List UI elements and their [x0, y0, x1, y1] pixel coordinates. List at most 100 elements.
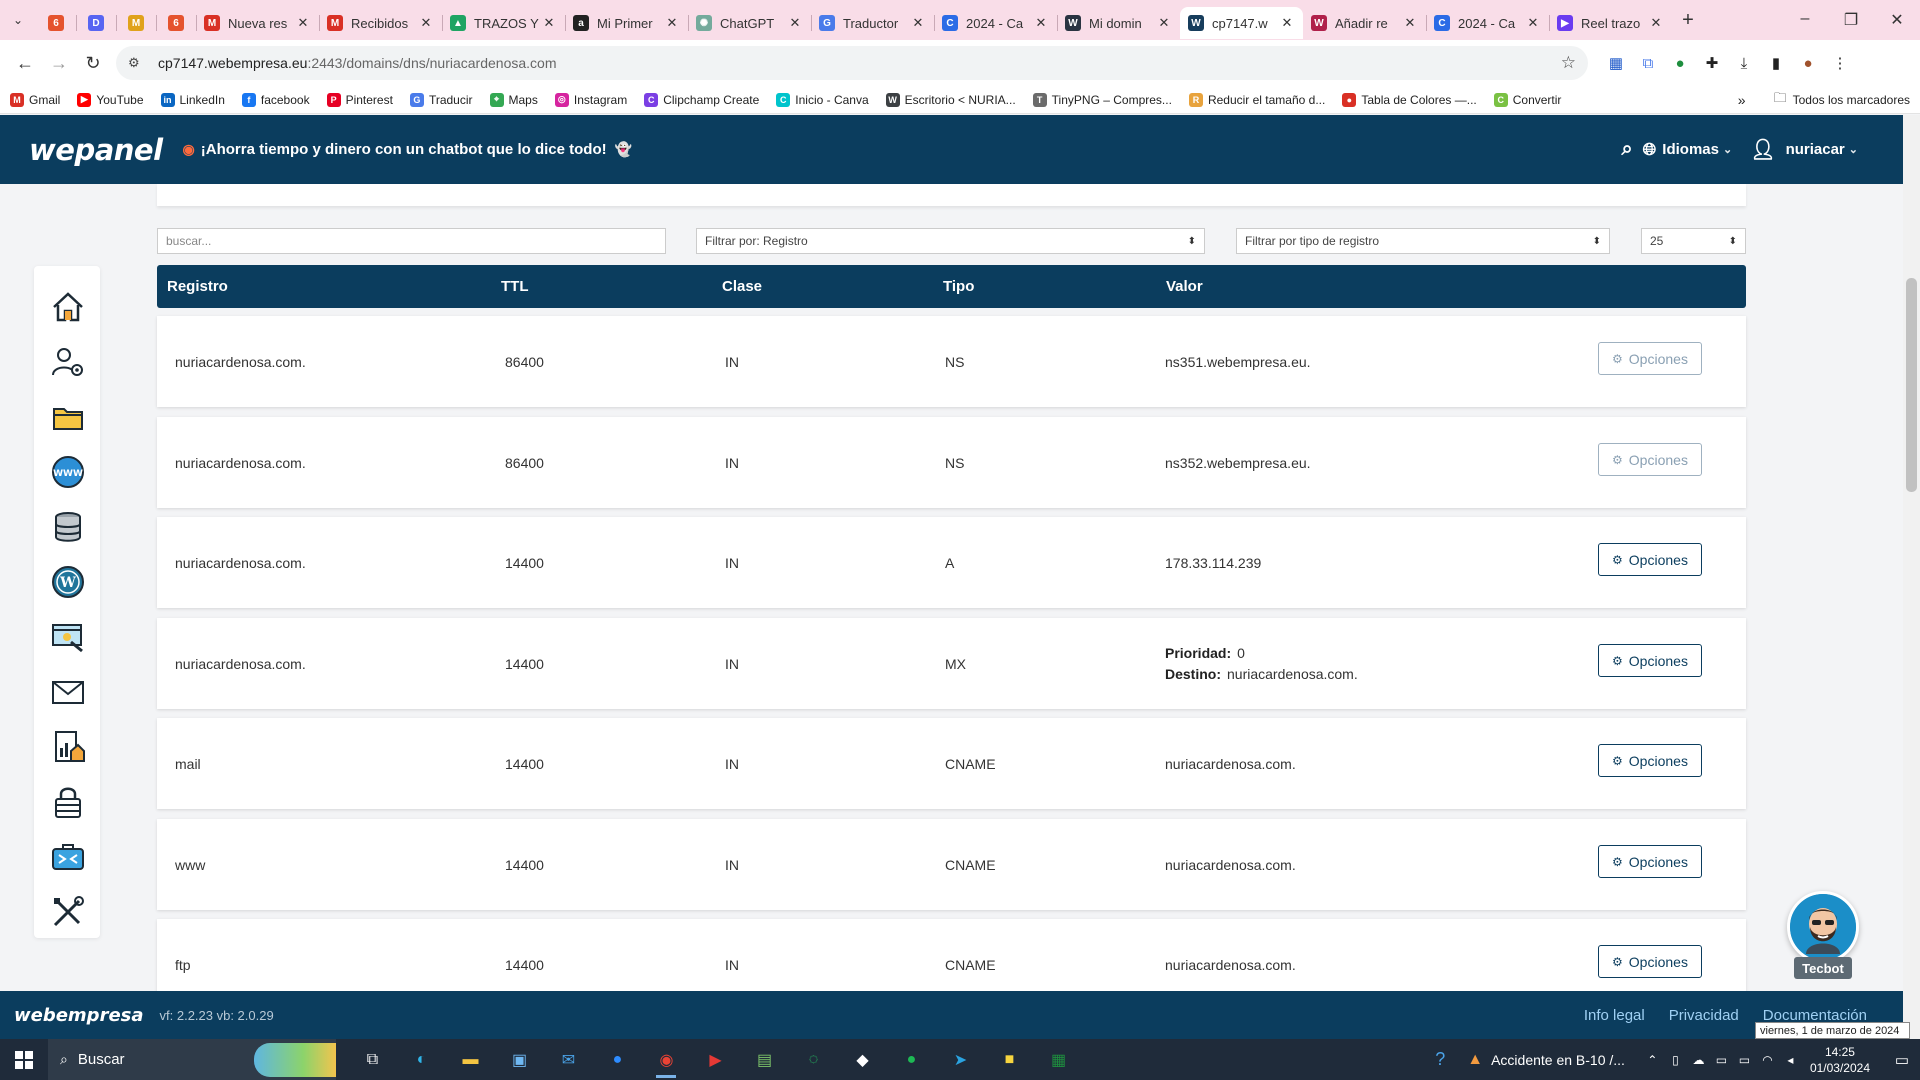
bookmark-item[interactable]: M Gmail: [10, 92, 60, 107]
new-tab-button[interactable]: +: [1672, 9, 1704, 32]
folder-icon[interactable]: [51, 400, 85, 434]
promo-banner[interactable]: ◉ ¡Ahorra tiempo y dinero con un chatbot…: [183, 141, 633, 158]
restore-icon[interactable]: ❐: [1828, 10, 1874, 30]
browser-tab[interactable]: 6: [156, 7, 196, 39]
close-tab-icon[interactable]: ✕: [1525, 15, 1541, 31]
taskbar-clock[interactable]: 14:25 01/03/2024: [1810, 1044, 1870, 1076]
task-view-icon[interactable]: ⧉: [348, 1039, 397, 1080]
file-explorer-icon[interactable]: ▬: [446, 1039, 495, 1080]
on-extension-icon[interactable]: ●: [1664, 47, 1696, 79]
chrome-icon[interactable]: ◉: [642, 1039, 691, 1080]
edge-icon[interactable]: ◐: [397, 1039, 446, 1080]
user-menu[interactable]: nuriacar: [1786, 141, 1845, 158]
languages-menu[interactable]: Idiomas: [1662, 141, 1719, 158]
options-button[interactable]: ⚙ Opciones: [1598, 644, 1702, 677]
bookmark-item[interactable]: ◎ Instagram: [554, 92, 627, 107]
column-header-tipo[interactable]: Tipo: [943, 278, 974, 295]
all-bookmarks-link[interactable]: Todos los marcadores: [1793, 93, 1910, 107]
inkscape-icon[interactable]: ◆: [838, 1039, 887, 1080]
close-tab-icon[interactable]: ✕: [541, 15, 557, 31]
more-bookmarks-icon[interactable]: »: [1738, 92, 1746, 108]
reload-icon[interactable]: ↻: [76, 46, 110, 80]
close-tab-icon[interactable]: ✕: [418, 15, 434, 31]
bookmark-item[interactable]: R Reducir el tamaño d...: [1188, 92, 1325, 107]
webempresa-logo[interactable]: webempresa: [14, 1005, 144, 1026]
notifications-icon[interactable]: ▭: [1884, 1051, 1920, 1069]
page-size-select[interactable]: 25 ⬍: [1641, 228, 1746, 254]
filter-record-select[interactable]: Filtrar por: Registro ⬍: [696, 228, 1205, 254]
forward-icon[interactable]: →: [42, 46, 76, 80]
documentation-link[interactable]: Documentación: [1763, 1007, 1867, 1024]
browser-tab[interactable]: W Añadir re ✕: [1303, 7, 1426, 39]
notepad-icon[interactable]: ▤: [740, 1039, 789, 1080]
options-button[interactable]: ⚙ Opciones: [1598, 845, 1702, 878]
network-icon[interactable]: ▭: [1733, 1053, 1756, 1067]
chevron-down-icon[interactable]: ⌄: [1849, 143, 1858, 156]
close-tab-icon[interactable]: ✕: [1156, 15, 1172, 31]
cloud-icon[interactable]: ☁: [1687, 1053, 1710, 1067]
spotify-icon[interactable]: ●: [887, 1039, 936, 1080]
column-header-clase[interactable]: Clase: [722, 278, 762, 295]
close-tab-icon[interactable]: ✕: [787, 15, 803, 31]
grid-extension-icon[interactable]: ▦: [1600, 47, 1632, 79]
back-icon[interactable]: ←: [8, 46, 42, 80]
close-tab-icon[interactable]: ✕: [664, 15, 680, 31]
tab-search-icon[interactable]: ⌄: [0, 0, 36, 40]
options-button[interactable]: ⚙ Opciones: [1598, 945, 1702, 978]
security-lock-icon[interactable]: [51, 785, 85, 819]
www-domains-icon[interactable]: WWW: [51, 455, 85, 489]
browser-tab[interactable]: C 2024 - Ca ✕: [934, 7, 1057, 39]
bookmark-item[interactable]: C Clipchamp Create: [644, 92, 759, 107]
browser-tab[interactable]: M: [116, 7, 156, 39]
bookmark-item[interactable]: ⌖ Maps: [489, 92, 538, 107]
side-panel-icon[interactable]: ▮: [1760, 47, 1792, 79]
video-player-icon[interactable]: ▶: [691, 1039, 740, 1080]
sticky-notes-icon[interactable]: ■: [985, 1039, 1034, 1080]
bookmark-item[interactable]: ▶ YouTube: [77, 92, 144, 107]
bookmark-item[interactable]: ● Tabla de Colores —...: [1342, 92, 1477, 107]
close-tab-icon[interactable]: ✕: [910, 15, 926, 31]
privacy-link[interactable]: Privacidad: [1669, 1007, 1739, 1024]
close-tab-icon[interactable]: ✕: [1279, 15, 1295, 31]
taskbar-search[interactable]: ⌕ Buscar: [48, 1039, 336, 1080]
browser-tab[interactable]: M Recibidos ✕: [319, 7, 442, 39]
bookmark-item[interactable]: G Traducir: [409, 92, 473, 107]
browser-tab[interactable]: a Mi Primer ✕: [565, 7, 688, 39]
statistics-icon[interactable]: [51, 730, 85, 764]
tools-icon[interactable]: [51, 895, 85, 929]
options-button[interactable]: ⚙ Opciones: [1598, 543, 1702, 576]
column-header-valor[interactable]: Valor: [1166, 278, 1203, 295]
close-tab-icon[interactable]: ✕: [1033, 15, 1049, 31]
bookmark-item[interactable]: C Inicio - Canva: [776, 92, 869, 107]
browser-tab[interactable]: W Mi domin ✕: [1057, 7, 1180, 39]
bookmark-item[interactable]: C Convertir: [1493, 92, 1561, 107]
wepanel-logo[interactable]: wepanel: [29, 133, 163, 167]
bookmark-item[interactable]: W Escritorio < NURIA...: [885, 92, 1016, 107]
whatsapp-icon[interactable]: ◌: [789, 1039, 838, 1080]
options-button[interactable]: ⚙ Opciones: [1598, 342, 1702, 375]
close-tab-icon[interactable]: ✕: [1402, 15, 1418, 31]
puzzle-extensions-icon[interactable]: ✚: [1696, 47, 1728, 79]
browser-tab[interactable]: Wcp7147.w ✕: [1180, 7, 1303, 39]
browser-menu-icon[interactable]: ⋮: [1824, 47, 1856, 79]
options-button[interactable]: ⚙ Opciones: [1598, 744, 1702, 777]
site-info-icon[interactable]: ⚙: [128, 55, 148, 71]
translate-extension-icon[interactable]: ⧉: [1632, 47, 1664, 79]
mail-icon[interactable]: ✉: [544, 1039, 593, 1080]
options-button[interactable]: ⚙ Opciones: [1598, 443, 1702, 476]
wifi-icon[interactable]: ◠: [1756, 1053, 1779, 1067]
search-input[interactable]: [157, 228, 666, 254]
zoom-icon[interactable]: ●: [593, 1039, 642, 1080]
browser-tab[interactable]: ▲ TRAZOS Y ✕: [442, 7, 565, 39]
excel-icon[interactable]: ▦: [1034, 1039, 1083, 1080]
browser-tab[interactable]: G Traductor ✕: [811, 7, 934, 39]
info-legal-link[interactable]: Info legal: [1584, 1007, 1645, 1024]
column-header-registro[interactable]: Registro: [167, 278, 228, 295]
download-icon[interactable]: ⤓: [1728, 47, 1760, 79]
store-icon[interactable]: ▣: [495, 1039, 544, 1080]
address-bar[interactable]: ⚙ cp7147.webempresa.eu:2443/domains/dns/…: [116, 46, 1588, 80]
close-tab-icon[interactable]: ✕: [295, 15, 311, 31]
website-builder-icon[interactable]: [51, 620, 85, 654]
browser-tab[interactable]: 6: [36, 7, 76, 39]
column-header-ttl[interactable]: TTL: [501, 278, 529, 295]
